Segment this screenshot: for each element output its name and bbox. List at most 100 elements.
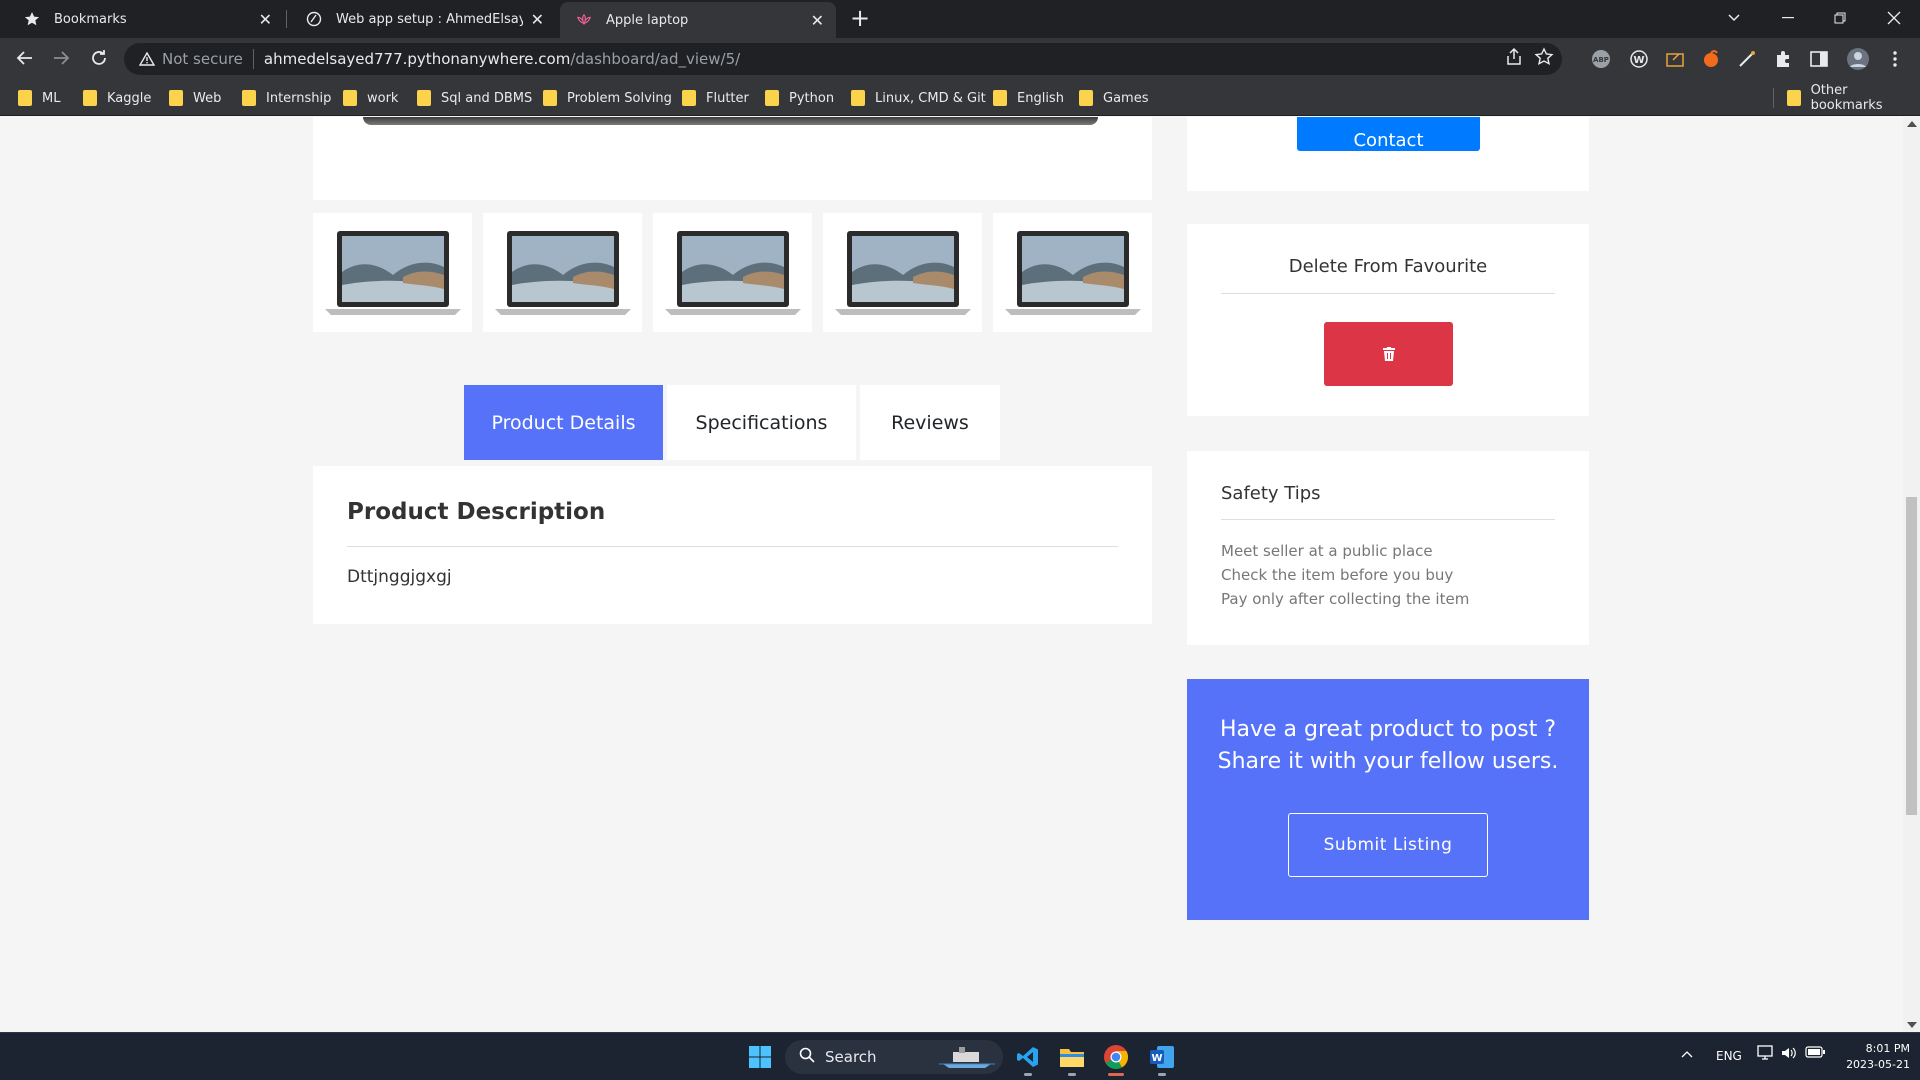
adblock-icon[interactable]: ABP — [1588, 46, 1614, 72]
extension-folder-icon[interactable] — [1662, 46, 1688, 72]
reload-icon[interactable] — [84, 43, 114, 73]
laptop-thumbnail-image — [664, 230, 801, 315]
battery-icon[interactable] — [1805, 1046, 1825, 1061]
minimize-icon[interactable] — [1768, 0, 1808, 36]
thumbnail[interactable] — [993, 213, 1152, 332]
network-icon[interactable] — [1757, 1045, 1775, 1064]
list-item: Meet seller at a public place — [1221, 542, 1433, 560]
share-icon[interactable] — [1504, 47, 1524, 71]
thumbnail[interactable] — [483, 213, 642, 332]
app-active-indicator — [1108, 1073, 1124, 1076]
bookmark-folder-games[interactable]: Games — [1079, 88, 1148, 108]
chrome-icon[interactable] — [1100, 1041, 1132, 1073]
file-explorer-icon[interactable] — [1056, 1041, 1088, 1073]
page-content: Product Details Specifications Reviews P… — [0, 117, 1920, 1032]
description-text: Dttjnggjgxgj — [347, 567, 452, 587]
page-scrollbar[interactable] — [1903, 117, 1920, 1032]
extension-w-icon[interactable]: W — [1626, 46, 1652, 72]
contact-button[interactable]: Contact — [1297, 117, 1480, 151]
product-main-image[interactable] — [313, 117, 1152, 200]
delete-favourite-button[interactable] — [1324, 322, 1453, 386]
restore-icon[interactable] — [1820, 0, 1860, 36]
close-icon[interactable]: ✕ — [259, 10, 272, 29]
tab-title: Bookmarks — [54, 11, 127, 27]
bookmark-folder-other[interactable]: Other bookmarks — [1787, 83, 1920, 113]
folder-icon — [417, 90, 431, 106]
thumbnail[interactable] — [653, 213, 812, 332]
tab-apple-laptop[interactable]: Apple laptop ✕ — [560, 2, 836, 38]
url-path: /dashboard/ad_view/5/ — [570, 50, 741, 68]
contact-button-label: Contact — [1353, 130, 1424, 151]
bookmark-folder-internship[interactable]: Internship — [242, 88, 331, 108]
favourite-heading: Delete From Favourite — [1288, 256, 1488, 277]
search-icon — [799, 1047, 815, 1067]
taskbar-search[interactable]: Search — [785, 1040, 1003, 1074]
folder-icon — [682, 90, 696, 106]
close-icon[interactable]: ✕ — [811, 11, 824, 30]
tab-web-app-setup[interactable]: Web app setup : AhmedElsayed777 ✕ — [290, 0, 556, 38]
app-running-indicator — [1024, 1073, 1032, 1076]
close-icon[interactable]: ✕ — [531, 10, 544, 29]
forward-icon[interactable] — [46, 43, 76, 73]
bookmark-folder-linux[interactable]: Linux, CMD & Git — [851, 88, 986, 108]
tab-specifications[interactable]: Specifications — [667, 385, 856, 460]
bookmark-folder-flutter[interactable]: Flutter — [682, 88, 749, 108]
new-tab-button[interactable]: + — [846, 4, 874, 32]
bookmark-folder-python[interactable]: Python — [765, 88, 834, 108]
extension-pen-icon[interactable] — [1734, 46, 1760, 72]
safety-tips-card: Safety Tips Meet seller at a public plac… — [1187, 451, 1589, 645]
address-bar[interactable]: Not secure ahmedelsayed777.pythonanywher… — [124, 43, 1562, 75]
bookmark-folder-web[interactable]: Web — [169, 88, 221, 108]
tab-product-details[interactable]: Product Details — [464, 385, 663, 460]
scroll-up-icon[interactable] — [1907, 121, 1917, 127]
windows-taskbar: Search W ENG 8:01 PM 2023-05-21 — [0, 1032, 1920, 1080]
folder-icon — [1787, 90, 1801, 106]
folder-icon — [242, 90, 256, 106]
volume-icon[interactable] — [1781, 1045, 1797, 1064]
profile-avatar[interactable] — [1845, 46, 1871, 72]
language-indicator[interactable]: ENG — [1716, 1049, 1742, 1063]
scroll-down-icon[interactable] — [1907, 1022, 1917, 1028]
divider — [347, 546, 1118, 547]
word-icon[interactable]: W — [1146, 1041, 1178, 1073]
tab-title: Apple laptop — [606, 12, 689, 28]
bookmark-folder-sql[interactable]: Sql and DBMS — [417, 88, 532, 108]
tab-reviews[interactable]: Reviews — [860, 385, 1000, 460]
browser-toolbar: Not secure ahmedelsayed777.pythonanywher… — [0, 38, 1920, 80]
folder-icon — [1079, 90, 1093, 106]
side-panel-icon[interactable] — [1806, 46, 1832, 72]
tab-title: Web app setup : AhmedElsayed777 — [336, 11, 523, 27]
bookmark-folder-ml[interactable]: ML — [18, 88, 60, 108]
laptop-thumbnail-image — [324, 230, 461, 315]
extensions-puzzle-icon[interactable] — [1770, 46, 1796, 72]
bookmark-folder-english[interactable]: English — [993, 88, 1064, 108]
favourite-card: Delete From Favourite — [1187, 224, 1589, 416]
submit-listing-button[interactable]: Submit Listing — [1288, 813, 1488, 877]
thumbnail[interactable] — [823, 213, 982, 332]
bookmark-star-icon[interactable] — [1534, 47, 1554, 71]
close-window-icon[interactable] — [1874, 0, 1914, 36]
app-running-indicator — [1068, 1073, 1076, 1076]
bookmark-folder-work[interactable]: work — [343, 88, 398, 108]
bookmark-folder-kaggle[interactable]: Kaggle — [83, 88, 151, 108]
bookmark-label: Other bookmarks — [1810, 83, 1883, 113]
bookmark-folder-problem-solving[interactable]: Problem Solving — [543, 88, 672, 108]
folder-icon — [993, 90, 1007, 106]
bookmarks-divider — [1773, 88, 1774, 108]
warning-icon[interactable] — [138, 50, 156, 68]
back-icon[interactable] — [10, 43, 40, 73]
thumbnail[interactable] — [313, 213, 472, 332]
windows-start-icon[interactable] — [744, 1041, 776, 1073]
tab-bookmarks[interactable]: Bookmarks ✕ — [8, 0, 284, 38]
tab-search-icon[interactable] — [1714, 0, 1754, 36]
bookmark-label: Problem Solving — [567, 90, 672, 106]
omnibox-divider — [252, 49, 254, 69]
menu-kebab-icon[interactable] — [1882, 46, 1908, 72]
system-clock[interactable]: 8:01 PM 2023-05-21 — [1830, 1041, 1910, 1073]
divider — [1221, 519, 1555, 520]
folder-icon — [169, 90, 183, 106]
show-hidden-icons-icon[interactable] — [1681, 1047, 1693, 1061]
vscode-icon[interactable] — [1012, 1041, 1044, 1073]
scrollbar-thumb[interactable] — [1906, 497, 1917, 815]
extension-orange-icon[interactable] — [1698, 46, 1724, 72]
